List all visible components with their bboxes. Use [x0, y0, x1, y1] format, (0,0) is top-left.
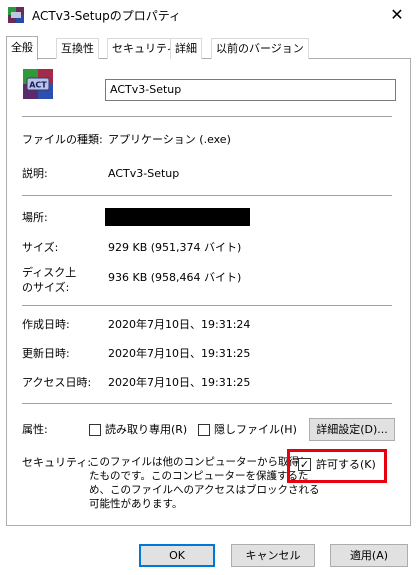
file-type-value: アプリケーション (.exe)	[108, 133, 231, 146]
created-value: 2020年7月10日、19:31:24	[108, 318, 251, 331]
advanced-attributes-button[interactable]: 詳細設定(D)...	[309, 418, 395, 441]
readonly-label[interactable]: 読み取り専用(R)	[105, 423, 187, 437]
apply-button[interactable]: 適用(A)	[330, 544, 408, 567]
modified-label: 更新日時:	[22, 347, 70, 360]
disk-size-value: 936 KB (958,464 バイト)	[108, 271, 242, 284]
size-label: サイズ:	[22, 241, 59, 254]
divider	[22, 116, 392, 117]
allow-checkbox[interactable]: ✓	[298, 458, 311, 471]
size-value: 929 KB (951,374 バイト)	[108, 241, 242, 254]
file-name-input[interactable]: ACTv3-Setup	[105, 79, 396, 101]
accessed-value: 2020年7月10日、19:31:25	[108, 376, 251, 389]
created-label: 作成日時:	[22, 318, 70, 331]
window-title: ACTv3-Setupのプロパティ	[32, 9, 181, 23]
disk-size-label-line2: のサイズ:	[22, 281, 70, 294]
location-label: 場所:	[22, 211, 48, 224]
security-message: このファイルは他のコンピューターから取得し たものです。このコンピューターを保護…	[89, 455, 320, 511]
file-app-icon: ACT	[23, 69, 53, 99]
description-label: 説明:	[22, 167, 48, 180]
security-label: セキュリティ:	[22, 456, 92, 469]
hidden-checkbox[interactable]	[198, 424, 210, 436]
disk-size-label-line1: ディスク上	[22, 266, 77, 279]
divider	[22, 403, 392, 404]
security-message-line: 可能性があります。	[89, 498, 183, 510]
ok-button[interactable]: OK	[139, 544, 215, 567]
file-icon-text: ACT	[29, 81, 47, 90]
tab-details[interactable]: 詳細	[170, 38, 202, 59]
security-message-line: め、このファイルへのアクセスはブロックされる	[89, 484, 320, 496]
accessed-label: アクセス日時:	[22, 376, 92, 389]
security-message-line: このファイルは他のコンピューターから取得し	[89, 456, 310, 468]
attributes-label: 属性:	[22, 423, 48, 436]
app-icon	[8, 7, 24, 23]
location-value-redacted	[105, 208, 250, 226]
tab-general[interactable]: 全般	[6, 36, 38, 60]
tab-compatibility[interactable]: 互換性	[56, 38, 99, 59]
divider	[22, 195, 392, 196]
allow-label[interactable]: 許可する(K)	[316, 458, 376, 472]
security-message-line: たものです。このコンピューターを保護するた	[89, 470, 309, 482]
divider	[22, 305, 392, 306]
description-value: ACTv3-Setup	[108, 167, 180, 180]
modified-value: 2020年7月10日、19:31:25	[108, 347, 251, 360]
file-type-label: ファイルの種類:	[22, 133, 103, 146]
close-icon[interactable]: ✕	[382, 4, 412, 26]
cancel-button[interactable]: キャンセル	[231, 544, 315, 567]
readonly-checkbox[interactable]	[89, 424, 101, 436]
hidden-label[interactable]: 隠しファイル(H)	[214, 423, 297, 437]
tab-previous-versions[interactable]: 以前のバージョン	[211, 38, 309, 59]
